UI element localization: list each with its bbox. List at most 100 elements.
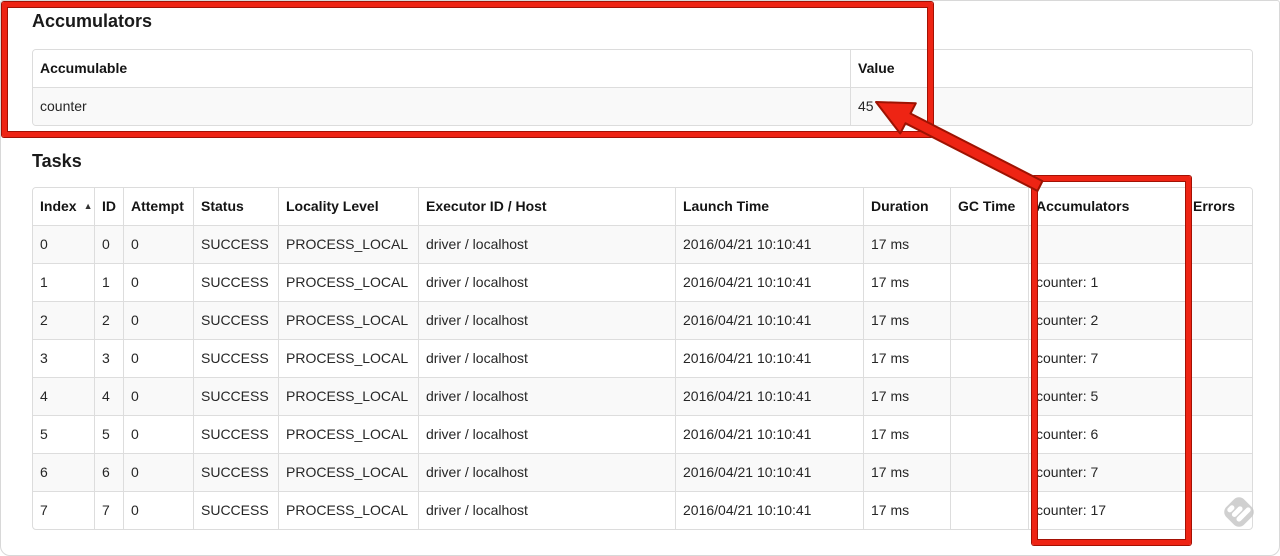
cell-locality-level: PROCESS_LOCAL [279, 302, 419, 340]
cell-errors [1186, 454, 1252, 492]
task-row: 0 0 0 SUCCESS PROCESS_LOCAL driver / loc… [33, 226, 1252, 264]
cell-executor-host: driver / localhost [419, 378, 676, 416]
cell-errors [1186, 340, 1252, 378]
cell-id: 5 [95, 416, 124, 454]
cell-locality-level: PROCESS_LOCAL [279, 226, 419, 264]
cell-id: 3 [95, 340, 124, 378]
tasks-header-row: Index ▲ ID Attempt Status Locality Level … [33, 188, 1252, 226]
cell-index: 1 [33, 264, 95, 302]
cell-executor-host: driver / localhost [419, 340, 676, 378]
task-row: 4 4 0 SUCCESS PROCESS_LOCAL driver / loc… [33, 378, 1252, 416]
cell-status: SUCCESS [194, 226, 279, 264]
cell-attempt: 0 [124, 416, 194, 454]
cell-launch-time: 2016/04/21 10:10:41 [676, 378, 864, 416]
id-column-header[interactable]: ID [95, 188, 124, 226]
errors-column-header[interactable]: Errors [1186, 188, 1252, 226]
cell-gc-time [951, 454, 1029, 492]
cell-status: SUCCESS [194, 454, 279, 492]
cell-locality-level: PROCESS_LOCAL [279, 340, 419, 378]
feedly-watermark-icon [1217, 490, 1261, 534]
cell-launch-time: 2016/04/21 10:10:41 [676, 264, 864, 302]
cell-gc-time [951, 378, 1029, 416]
task-row: 6 6 0 SUCCESS PROCESS_LOCAL driver / loc… [33, 454, 1252, 492]
executor-host-column-header[interactable]: Executor ID / Host [419, 188, 676, 226]
cell-executor-host: driver / localhost [419, 302, 676, 340]
cell-index: 2 [33, 302, 95, 340]
cell-executor-host: driver / localhost [419, 264, 676, 302]
cell-launch-time: 2016/04/21 10:10:41 [676, 454, 864, 492]
cell-gc-time [951, 340, 1029, 378]
cell-duration: 17 ms [864, 416, 951, 454]
accumulators-table: Accumulable Value counter 45 [32, 49, 1253, 126]
cell-accumulators: counter: 2 [1029, 302, 1186, 340]
cell-accumulators: counter: 1 [1029, 264, 1186, 302]
cell-gc-time [951, 302, 1029, 340]
value-column-header[interactable]: Value [851, 50, 1252, 88]
sort-ascending-icon: ▲ [83, 201, 93, 211]
cell-status: SUCCESS [194, 302, 279, 340]
cell-index: 0 [33, 226, 95, 264]
cell-errors [1186, 264, 1252, 302]
cell-locality-level: PROCESS_LOCAL [279, 264, 419, 302]
status-column-header[interactable]: Status [194, 188, 279, 226]
tasks-table: Index ▲ ID Attempt Status Locality Level … [32, 187, 1253, 530]
cell-accumulators: counter: 7 [1029, 454, 1186, 492]
cell-id: 0 [95, 226, 124, 264]
cell-status: SUCCESS [194, 264, 279, 302]
duration-column-header[interactable]: Duration [864, 188, 951, 226]
accumulable-column-header[interactable]: Accumulable [33, 50, 851, 88]
cell-errors [1186, 416, 1252, 454]
cell-accumulable: counter [33, 88, 851, 125]
cell-launch-time: 2016/04/21 10:10:41 [676, 416, 864, 454]
cell-id: 1 [95, 264, 124, 302]
cell-attempt: 0 [124, 302, 194, 340]
launch-time-column-header[interactable]: Launch Time [676, 188, 864, 226]
cell-accumulators [1029, 226, 1186, 264]
cell-attempt: 0 [124, 340, 194, 378]
cell-executor-host: driver / localhost [419, 492, 676, 529]
cell-launch-time: 2016/04/21 10:10:41 [676, 340, 864, 378]
cell-status: SUCCESS [194, 340, 279, 378]
cell-attempt: 0 [124, 378, 194, 416]
cell-executor-host: driver / localhost [419, 454, 676, 492]
task-row: 5 5 0 SUCCESS PROCESS_LOCAL driver / loc… [33, 416, 1252, 454]
cell-launch-time: 2016/04/21 10:10:41 [676, 492, 864, 529]
task-row: 2 2 0 SUCCESS PROCESS_LOCAL driver / loc… [33, 302, 1252, 340]
cell-status: SUCCESS [194, 378, 279, 416]
attempt-column-header[interactable]: Attempt [124, 188, 194, 226]
cell-gc-time [951, 492, 1029, 529]
tasks-heading: Tasks [32, 151, 82, 171]
cell-errors [1186, 226, 1252, 264]
cell-id: 6 [95, 454, 124, 492]
cell-duration: 17 ms [864, 454, 951, 492]
cell-accumulators: counter: 17 [1029, 492, 1186, 529]
locality-level-column-header[interactable]: Locality Level [279, 188, 419, 226]
task-row: 1 1 0 SUCCESS PROCESS_LOCAL driver / loc… [33, 264, 1252, 302]
index-column-header[interactable]: Index ▲ [33, 188, 95, 226]
cell-errors [1186, 302, 1252, 340]
cell-gc-time [951, 226, 1029, 264]
cell-duration: 17 ms [864, 226, 951, 264]
gc-time-column-header[interactable]: GC Time [951, 188, 1029, 226]
task-row: 3 3 0 SUCCESS PROCESS_LOCAL driver / loc… [33, 340, 1252, 378]
cell-attempt: 0 [124, 454, 194, 492]
cell-locality-level: PROCESS_LOCAL [279, 378, 419, 416]
cell-duration: 17 ms [864, 264, 951, 302]
cell-duration: 17 ms [864, 492, 951, 529]
cell-duration: 17 ms [864, 340, 951, 378]
task-row: 7 7 0 SUCCESS PROCESS_LOCAL driver / loc… [33, 492, 1252, 529]
index-column-label: Index [40, 198, 77, 214]
cell-duration: 17 ms [864, 302, 951, 340]
cell-id: 7 [95, 492, 124, 529]
accumulators-column-header[interactable]: Accumulators [1029, 188, 1186, 226]
cell-accumulators: counter: 5 [1029, 378, 1186, 416]
cell-attempt: 0 [124, 264, 194, 302]
cell-status: SUCCESS [194, 416, 279, 454]
cell-attempt: 0 [124, 492, 194, 529]
cell-index: 6 [33, 454, 95, 492]
cell-locality-level: PROCESS_LOCAL [279, 416, 419, 454]
cell-executor-host: driver / localhost [419, 226, 676, 264]
cell-launch-time: 2016/04/21 10:10:41 [676, 302, 864, 340]
cell-id: 2 [95, 302, 124, 340]
stage-detail-content: Accumulators Accumulable Value counter 4… [32, 10, 1253, 530]
